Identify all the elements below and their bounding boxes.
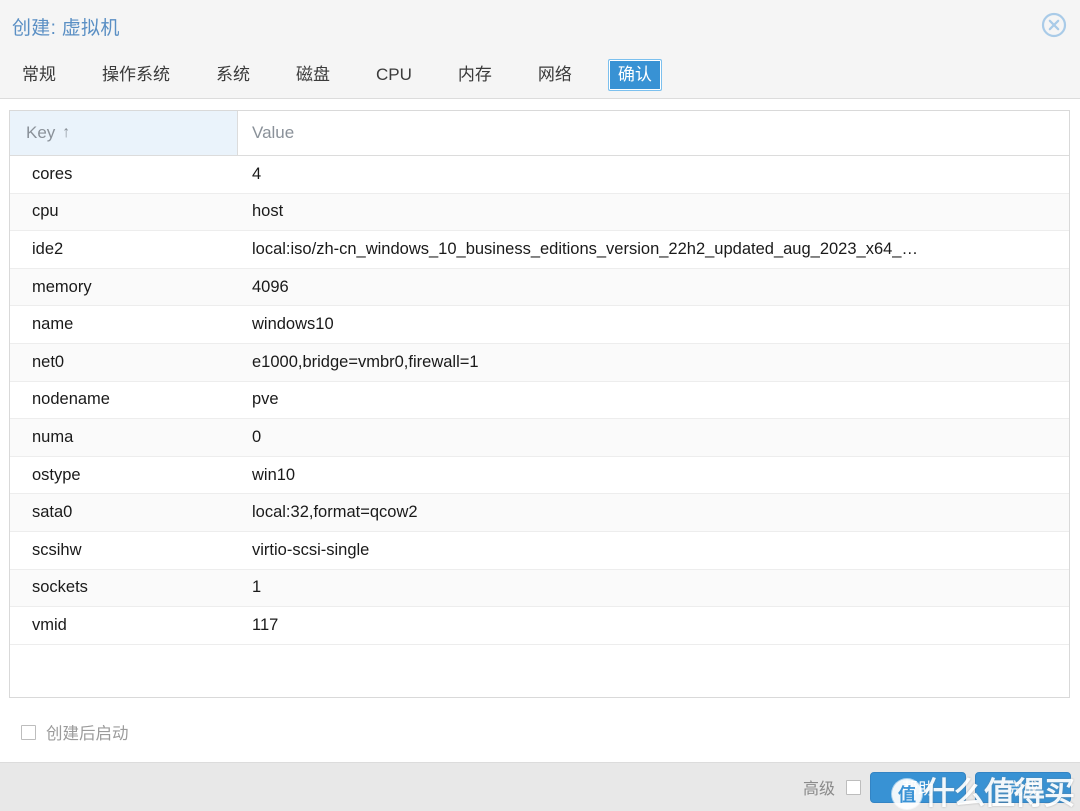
dialog-titlebar: 创建: 虚拟机 <box>0 0 1080 52</box>
table-row[interactable]: ostype win10 <box>10 457 1069 495</box>
help-button[interactable]: 帮助 <box>870 772 966 803</box>
row-value: host <box>238 202 1069 221</box>
tab-confirm[interactable]: 确认 <box>608 59 662 92</box>
grid-header-row: Key ↑ Value <box>10 111 1069 156</box>
tab-os[interactable]: 操作系统 <box>92 59 180 92</box>
row-key: ostype <box>10 466 238 485</box>
dialog-footer: 高级 帮助 完成 值 什么值得买 <box>0 762 1080 811</box>
dialog-body: Key ↑ Value cores 4 cpu host ide2 <box>0 99 1080 762</box>
row-key: name <box>10 315 238 334</box>
table-row[interactable]: ide2 local:iso/zh-cn_windows_10_business… <box>10 231 1069 269</box>
start-after-create-row: 创建后启动 <box>9 698 1070 752</box>
dialog-title: 创建: 虚拟机 <box>12 13 120 40</box>
table-row[interactable]: sata0 local:32,format=qcow2 <box>10 494 1069 532</box>
create-vm-dialog: 创建: 虚拟机 常规 操作系统 系统 磁盘 CPU 内存 网络 确认 Key ↑ <box>0 0 1080 811</box>
row-value: 1 <box>238 578 1069 597</box>
row-key: scsihw <box>10 541 238 560</box>
row-value: win10 <box>238 466 1069 485</box>
grid-empty-area <box>10 645 1069 697</box>
close-icon[interactable] <box>1039 10 1069 40</box>
row-key: sata0 <box>10 503 238 522</box>
table-row[interactable]: net0 e1000,bridge=vmbr0,firewall=1 <box>10 344 1069 382</box>
row-key: ide2 <box>10 240 238 259</box>
table-row[interactable]: cores 4 <box>10 156 1069 194</box>
tab-disks[interactable]: 磁盘 <box>286 59 340 92</box>
row-key: sockets <box>10 578 238 597</box>
wizard-tabbar: 常规 操作系统 系统 磁盘 CPU 内存 网络 确认 <box>0 52 1080 99</box>
row-value: e1000,bridge=vmbr0,firewall=1 <box>238 353 1069 372</box>
tab-network[interactable]: 网络 <box>528 59 582 92</box>
column-header-value[interactable]: Value <box>238 111 1069 155</box>
row-value: pve <box>238 390 1069 409</box>
row-key: nodename <box>10 390 238 409</box>
finish-button[interactable]: 完成 <box>975 772 1071 803</box>
table-row[interactable]: sockets 1 <box>10 570 1069 608</box>
tab-system[interactable]: 系统 <box>206 59 260 92</box>
table-row[interactable]: cpu host <box>10 194 1069 232</box>
tab-memory[interactable]: 内存 <box>448 59 502 92</box>
table-row[interactable]: numa 0 <box>10 419 1069 457</box>
row-key: cores <box>10 165 238 184</box>
table-row[interactable]: nodename pve <box>10 382 1069 420</box>
row-key: net0 <box>10 353 238 372</box>
tab-cpu[interactable]: CPU <box>366 59 422 92</box>
start-after-create-label: 创建后启动 <box>46 720 129 744</box>
table-row[interactable]: memory 4096 <box>10 269 1069 307</box>
advanced-checkbox[interactable] <box>846 780 861 795</box>
advanced-label: 高级 <box>803 775 835 799</box>
tab-general[interactable]: 常规 <box>12 59 66 92</box>
column-header-value-label: Value <box>252 123 294 143</box>
table-row[interactable]: name windows10 <box>10 306 1069 344</box>
row-value: windows10 <box>238 315 1069 334</box>
row-value: virtio-scsi-single <box>238 541 1069 560</box>
row-value: local:iso/zh-cn_windows_10_business_edit… <box>238 240 1069 259</box>
row-value: local:32,format=qcow2 <box>238 503 1069 522</box>
row-key: memory <box>10 278 238 297</box>
row-value: 0 <box>238 428 1069 447</box>
column-header-key[interactable]: Key ↑ <box>10 111 238 155</box>
row-key: vmid <box>10 616 238 635</box>
grid-body: cores 4 cpu host ide2 local:iso/zh-cn_wi… <box>10 156 1069 697</box>
start-after-create-checkbox[interactable] <box>21 725 36 740</box>
row-key: numa <box>10 428 238 447</box>
row-value: 117 <box>238 616 1069 635</box>
row-key: cpu <box>10 202 238 221</box>
table-row[interactable]: scsihw virtio-scsi-single <box>10 532 1069 570</box>
summary-grid: Key ↑ Value cores 4 cpu host ide2 <box>9 110 1070 698</box>
sort-ascending-icon: ↑ <box>62 125 70 141</box>
column-header-key-label: Key <box>26 123 55 143</box>
row-value: 4 <box>238 165 1069 184</box>
row-value: 4096 <box>238 278 1069 297</box>
table-row[interactable]: vmid 117 <box>10 607 1069 645</box>
